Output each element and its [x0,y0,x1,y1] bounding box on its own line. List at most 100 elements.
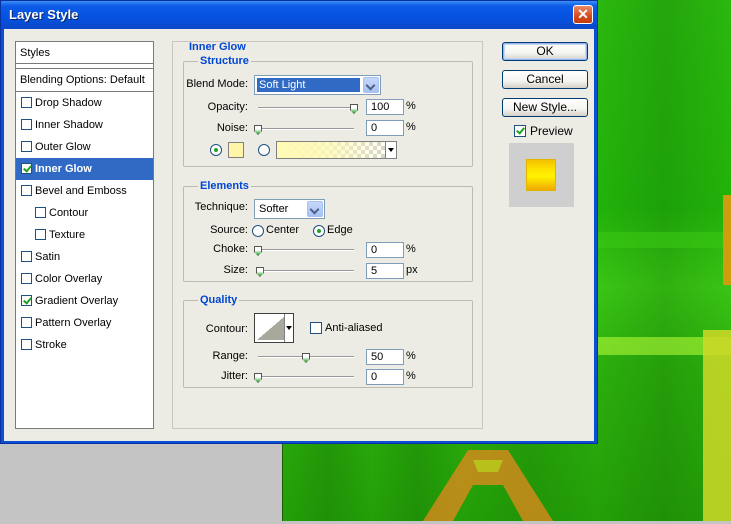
style-checkbox[interactable] [21,339,32,350]
contour-curve-icon [257,316,285,340]
style-item-label: Bevel and Emboss [35,185,127,197]
jitter-slider-track[interactable] [258,376,354,378]
choke-field[interactable]: 0 [366,242,404,258]
layer-style-dialog: Layer Style ✕ Styles Blending Options: D… [0,0,598,444]
close-button[interactable]: ✕ [573,5,593,24]
dropdown-arrow-icon[interactable] [385,142,396,158]
jitter-unit: % [406,370,416,382]
style-item-label: Gradient Overlay [35,295,119,307]
gradient-radio[interactable] [258,144,270,156]
style-item-label: Drop Shadow [35,97,102,109]
gradient-picker[interactable] [276,141,397,159]
style-checkbox[interactable] [21,119,32,130]
solid-color-radio[interactable] [210,144,222,156]
style-item-satin[interactable]: Satin [16,246,153,268]
noise-unit: % [406,121,416,133]
new-style-button[interactable]: New Style... [502,98,588,117]
range-slider-thumb[interactable] [302,353,310,363]
blend-mode-label: Blend Mode: [186,78,248,90]
styles-header[interactable]: Styles [16,42,153,64]
blending-options-item[interactable]: Blending Options: Default [16,68,153,92]
style-checkbox[interactable] [21,163,32,174]
window-title: Layer Style [9,7,79,22]
glow-color-swatch[interactable] [228,142,244,158]
chevron-down-icon[interactable] [307,201,323,217]
anti-aliased-checkbox[interactable] [310,322,322,334]
canvas-orange-edge [723,195,731,285]
style-item-label: Color Overlay [35,273,103,285]
size-label: Size: [223,264,248,276]
source-label: Source: [210,224,248,236]
choke-slider-track[interactable] [258,249,354,251]
style-checkbox[interactable] [21,295,32,306]
style-item-texture[interactable]: Texture [16,224,153,246]
style-checkbox[interactable] [35,229,46,240]
noise-slider-thumb[interactable] [254,125,262,135]
opacity-slider-track[interactable] [258,107,354,109]
size-slider-thumb[interactable] [255,267,264,277]
blend-mode-select[interactable]: Soft Light [254,75,381,95]
style-item-contour[interactable]: Contour [16,202,153,224]
size-field[interactable]: 5 [366,263,404,279]
noise-field[interactable]: 0 [366,120,404,136]
style-item-bevel-and-emboss[interactable]: Bevel and Emboss [16,180,153,202]
size-unit: px [406,264,418,276]
structure-group: Structure Blend Mode: Soft Light Opacity… [183,55,473,167]
choke-unit: % [406,243,416,255]
range-field[interactable]: 50 [366,349,404,365]
cancel-button[interactable]: Cancel [502,70,588,89]
noise-slider-track[interactable] [258,128,354,130]
style-item-inner-shadow[interactable]: Inner Shadow [16,114,153,136]
technique-label: Technique: [194,201,248,213]
style-item-label: Stroke [35,339,67,351]
opacity-slider-thumb[interactable] [350,104,358,114]
style-item-label: Inner Shadow [35,119,103,131]
source-center-radio[interactable] [252,225,264,237]
style-checkbox[interactable] [21,141,32,152]
style-item-stroke[interactable]: Stroke [16,334,153,356]
inner-glow-panel: Inner Glow Structure Blend Mode: Soft Li… [172,41,483,429]
style-item-gradient-overlay[interactable]: Gradient Overlay [16,290,153,312]
style-item-inner-glow[interactable]: Inner Glow [16,158,153,180]
style-checkbox[interactable] [35,207,46,218]
styles-list: Styles Blending Options: Default Drop Sh… [15,41,154,429]
canvas-letter-right [703,330,731,521]
choke-slider-thumb[interactable] [254,246,262,256]
source-center-label[interactable]: Center [266,224,299,236]
style-checkbox[interactable] [21,317,32,328]
ok-button[interactable]: OK [502,42,588,61]
style-checkbox[interactable] [21,185,32,196]
preview-label[interactable]: Preview [530,124,573,138]
jitter-field[interactable]: 0 [366,369,404,385]
size-slider-track[interactable] [258,270,354,272]
source-edge-label[interactable]: Edge [327,224,353,236]
technique-select[interactable]: Softer [254,199,325,219]
style-item-outer-glow[interactable]: Outer Glow [16,136,153,158]
chevron-down-icon[interactable] [363,77,379,93]
preview-checkbox[interactable] [514,125,526,137]
style-item-drop-shadow[interactable]: Drop Shadow [16,92,153,114]
style-items: Drop Shadow Inner Shadow Outer Glow Inner G… [16,92,153,356]
anti-aliased-label[interactable]: Anti-aliased [325,322,382,334]
style-item-color-overlay[interactable]: Color Overlay [16,268,153,290]
style-checkbox[interactable] [21,273,32,284]
close-icon: ✕ [577,6,589,22]
style-item-label: Outer Glow [35,141,91,153]
dialog-client: Styles Blending Options: Default Drop Sh… [4,29,594,441]
style-preview [509,143,574,207]
style-checkbox[interactable] [21,251,32,262]
contour-picker[interactable] [254,313,294,343]
source-edge-radio[interactable] [313,225,325,237]
style-item-pattern-overlay[interactable]: Pattern Overlay [16,312,153,334]
range-unit: % [406,350,416,362]
style-item-label: Texture [49,229,86,241]
jitter-slider-thumb[interactable] [254,373,262,383]
opacity-field[interactable]: 100 [366,99,404,115]
style-checkbox[interactable] [21,97,32,108]
title-bar[interactable]: Layer Style ✕ [1,1,597,29]
dropdown-arrow-icon[interactable] [284,314,293,342]
elements-title: Elements [198,180,251,192]
choke-label: Choke: [213,243,248,255]
panel-title: Inner Glow [189,41,246,53]
style-item-label: Inner Glow [35,163,92,175]
